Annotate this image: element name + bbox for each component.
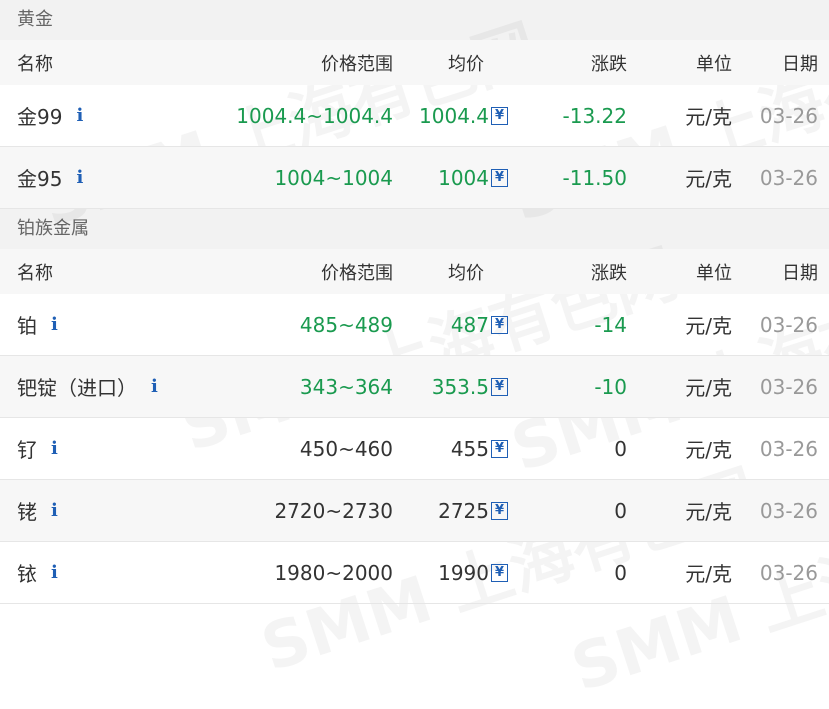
date: 03-26: [759, 165, 818, 190]
product-name: 铂: [17, 314, 37, 338]
header-name: 名称: [17, 53, 53, 75]
price-change: 0: [614, 560, 627, 585]
table-row[interactable]: 铑 i 2720~2730 2725 ¥0 元/克 03-26: [0, 480, 829, 542]
date: 03-26: [759, 560, 818, 585]
table-row[interactable]: 金99 i 1004.4~1004.4 1004.4 ¥ -13.22 元/克 03-26: [0, 85, 829, 147]
product-name-cell: 钌i: [17, 418, 58, 479]
date: 03-26: [759, 312, 818, 337]
product-name-cell: 金95 i: [17, 147, 83, 208]
table-header-row: 名称 价格范围 均价 涨跌 单位 日期: [0, 249, 829, 294]
unit: 元/克: [685, 438, 732, 462]
info-icon[interactable]: i: [76, 167, 83, 188]
average-price-cell: 455 ¥: [451, 418, 508, 479]
average-price: 1004: [438, 165, 489, 190]
average-price: 1990: [438, 560, 489, 585]
unit: 元/克: [685, 376, 732, 400]
header-price-range: 价格范围: [321, 53, 393, 75]
price-range: 485~489: [299, 312, 393, 337]
info-icon[interactable]: i: [51, 314, 58, 335]
unit: 元/克: [685, 167, 732, 191]
unit: 元/克: [685, 562, 732, 586]
currency-icon[interactable]: ¥: [491, 377, 508, 396]
header-change: 涨跌: [591, 262, 627, 284]
product-name-cell: 金99 i: [17, 85, 83, 146]
table-header-row: 名称 价格范围 均价 涨跌 单位 日期: [0, 40, 829, 85]
product-name-cell: 铱i: [17, 542, 58, 603]
price-change: 0: [614, 436, 627, 461]
price-range: 1980~2000: [274, 560, 393, 585]
header-date: 日期: [782, 262, 818, 284]
table-row[interactable]: 钌 i 450~460 455 ¥0 元/克 03-26: [0, 418, 829, 480]
unit: 元/克: [685, 314, 732, 338]
average-price-cell: 1004 ¥: [438, 147, 508, 208]
header-change: 涨跌: [591, 53, 627, 75]
info-icon[interactable]: i: [151, 376, 158, 397]
header-name: 名称: [17, 262, 53, 284]
currency-icon[interactable]: ¥: [491, 501, 508, 520]
unit: 元/克: [685, 105, 732, 129]
currency-icon[interactable]: ¥: [491, 315, 508, 334]
product-name-cell: 钯锭（进口） i: [17, 356, 158, 417]
info-icon[interactable]: i: [76, 105, 83, 126]
table-row[interactable]: 铂 i 485~489 487 ¥ -14 元/克 03-26: [0, 294, 829, 356]
header-unit: 单位: [696, 53, 732, 75]
currency-icon[interactable]: ¥: [491, 439, 508, 458]
product-name: 金95: [17, 167, 63, 191]
header-price-range: 价格范围: [321, 262, 393, 284]
price-range: 1004.4~1004.4: [236, 103, 393, 128]
table-row[interactable]: 钯锭（进口） i 343~364 353.5 ¥ -10 元/克 03-26: [0, 356, 829, 418]
product-name: 金99: [17, 105, 63, 129]
product-name: 钌: [17, 438, 37, 462]
price-range: 2720~2730: [274, 498, 393, 523]
average-price: 353.5: [431, 374, 489, 399]
section-title: 铂族金属: [0, 209, 829, 249]
price-change: 0: [614, 498, 627, 523]
average-price-cell: 1004.4 ¥: [419, 85, 508, 146]
table-row[interactable]: 金95 i 1004~1004 1004 ¥ -11.50 元/克 03-26: [0, 147, 829, 209]
average-price: 1004.4: [419, 103, 489, 128]
info-icon[interactable]: i: [51, 438, 58, 459]
price-table: 黄金 名称 价格范围 均价 涨跌 单位 日期 金99 i 1004.4~1004.4 1004.4 ¥…: [0, 0, 829, 604]
average-price: 2725: [438, 498, 489, 523]
average-price-cell: 2725 ¥: [438, 480, 508, 541]
currency-icon[interactable]: ¥: [491, 106, 508, 125]
date: 03-26: [759, 436, 818, 461]
price-range: 450~460: [299, 436, 393, 461]
header-average: 均价: [448, 262, 484, 284]
average-price: 487: [450, 312, 489, 337]
info-icon[interactable]: i: [51, 562, 58, 583]
average-price-cell: 353.5 ¥: [432, 356, 508, 417]
section-title: 黄金: [0, 0, 829, 40]
date: 03-26: [759, 498, 818, 523]
header-date: 日期: [782, 53, 818, 75]
average-price-cell: 1990 ¥: [438, 542, 508, 603]
date: 03-26: [759, 103, 818, 128]
price-change: -13.22: [562, 103, 627, 128]
average-price-cell: 487 ¥: [451, 294, 508, 355]
product-name: 钯锭（进口）: [17, 376, 137, 400]
currency-icon[interactable]: ¥: [491, 563, 508, 582]
info-icon[interactable]: i: [51, 500, 58, 521]
date: 03-26: [759, 374, 818, 399]
price-change: -10: [594, 374, 627, 399]
product-name-cell: 铑i: [17, 480, 58, 541]
price-range: 1004~1004: [274, 165, 393, 190]
average-price: 455: [450, 436, 489, 461]
price-range: 343~364: [299, 374, 393, 399]
product-name: 铑: [17, 500, 37, 524]
price-change: -11.50: [562, 165, 627, 190]
unit: 元/克: [685, 500, 732, 524]
header-average: 均价: [448, 53, 484, 75]
currency-icon[interactable]: ¥: [491, 168, 508, 187]
product-name: 铱: [17, 562, 37, 586]
product-name-cell: 铂i: [17, 294, 58, 355]
price-change: -14: [594, 312, 627, 337]
header-unit: 单位: [696, 262, 732, 284]
